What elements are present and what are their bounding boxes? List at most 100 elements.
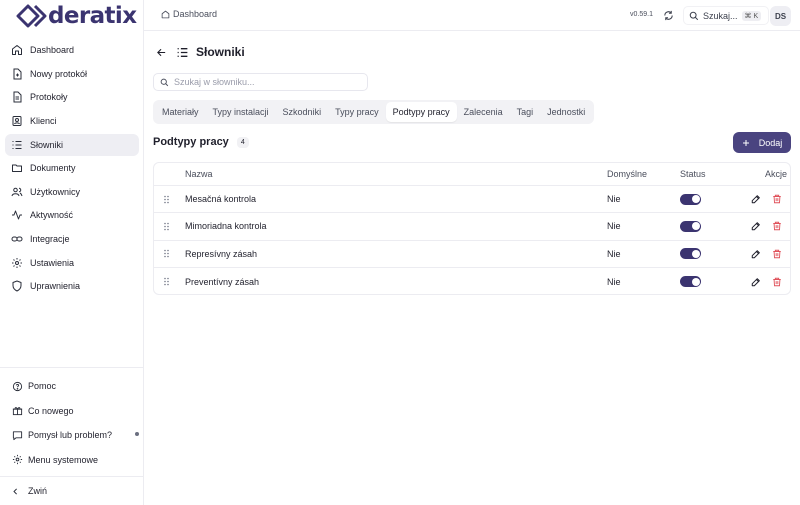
logo-text: deratix bbox=[48, 3, 137, 29]
status-toggle[interactable] bbox=[680, 193, 701, 205]
list-icon bbox=[176, 46, 189, 59]
topbar: Dashboard v0.59.1 Szukaj... ⌘ K DS bbox=[144, 0, 800, 31]
section-title: Podtypy pracy bbox=[153, 136, 229, 148]
sidebar-item-label: Protokoły bbox=[30, 92, 68, 103]
tab-podtypy-pracy[interactable]: Podtypy pracy bbox=[385, 102, 457, 122]
drag-handle-icon[interactable] bbox=[163, 213, 170, 239]
drag-handle-icon[interactable] bbox=[163, 268, 170, 294]
sidebar-item-protokoly[interactable]: Protokoły bbox=[5, 86, 139, 108]
global-search-button[interactable]: Szukaj... ⌘ K bbox=[683, 6, 769, 25]
sidebar-item-ustawienia[interactable]: Ustawienia bbox=[5, 252, 139, 274]
app-logo[interactable]: deratix bbox=[16, 3, 137, 29]
shield-icon bbox=[11, 280, 23, 292]
status-toggle-cell bbox=[680, 186, 701, 212]
sidebar-bottom: Pomoc Co nowego Pomysł lub problem? Menu… bbox=[0, 367, 143, 472]
table-row: Preventívny zásah Nie bbox=[154, 268, 790, 294]
sidebar-item-nowy-protokol[interactable]: Nowy protokół bbox=[5, 63, 139, 85]
column-header-actions: Akcje bbox=[765, 169, 788, 179]
add-button[interactable]: Dodaj bbox=[733, 132, 791, 153]
status-toggle[interactable] bbox=[680, 220, 701, 232]
file-text-icon bbox=[11, 91, 23, 103]
sidebar-item-label: Uprawnienia bbox=[30, 281, 81, 292]
help-circle-icon bbox=[11, 380, 23, 392]
sidebar-item-klienci[interactable]: Klienci bbox=[5, 110, 139, 132]
sidebar-item-menu-systemowe[interactable]: Menu systemowe bbox=[0, 448, 143, 473]
edit-pencil-icon[interactable] bbox=[751, 277, 761, 287]
edit-pencil-icon[interactable] bbox=[751, 249, 761, 259]
gear-icon bbox=[11, 257, 23, 269]
tab-typy-pracy[interactable]: Typy pracy bbox=[328, 102, 386, 122]
sidebar-item-uzytkownicy[interactable]: Użytkownicy bbox=[5, 181, 139, 203]
dictionary-search[interactable] bbox=[153, 73, 368, 91]
tab-zalecenia[interactable]: Zalecenia bbox=[457, 102, 510, 122]
drag-handle-icon[interactable] bbox=[163, 186, 170, 212]
sidebar-item-aktywnosc[interactable]: Aktywność bbox=[5, 204, 139, 226]
page-header: Słowniki bbox=[156, 45, 245, 59]
dictionary-search-input[interactable] bbox=[174, 77, 354, 87]
gear-icon bbox=[11, 454, 23, 466]
folder-icon bbox=[11, 162, 23, 174]
status-toggle[interactable] bbox=[680, 248, 701, 260]
collapse-sidebar-button[interactable]: Zwiń bbox=[0, 476, 143, 505]
tab-szkodniki[interactable]: Szkodniki bbox=[276, 102, 329, 122]
link-icon bbox=[11, 233, 23, 245]
sidebar-item-label: Aktywność bbox=[30, 210, 74, 221]
chevron-left-icon bbox=[11, 487, 20, 496]
users-icon bbox=[11, 186, 23, 198]
activity-icon bbox=[11, 209, 23, 221]
delete-trash-icon[interactable] bbox=[772, 249, 782, 259]
table-row: Mesačná kontrola Nie bbox=[154, 186, 790, 214]
back-arrow-icon[interactable] bbox=[156, 47, 167, 58]
refresh-icon[interactable] bbox=[663, 10, 674, 21]
avatar[interactable]: DS bbox=[770, 6, 791, 26]
sidebar-nav: Dashboard Nowy protokół Protokoły Klienc… bbox=[5, 39, 139, 299]
gift-icon bbox=[11, 405, 23, 417]
sidebar-item-uprawnienia[interactable]: Uprawnienia bbox=[5, 275, 139, 297]
status-toggle-cell bbox=[680, 241, 701, 267]
tab-materialy[interactable]: Materiały bbox=[155, 102, 206, 122]
count-badge: 4 bbox=[236, 136, 249, 148]
delete-trash-icon[interactable] bbox=[772, 221, 782, 231]
edit-pencil-icon[interactable] bbox=[751, 194, 761, 204]
drag-handle-icon[interactable] bbox=[163, 241, 170, 267]
column-header-name: Nazwa bbox=[185, 169, 213, 179]
sidebar-item-label: Ustawienia bbox=[30, 257, 75, 268]
row-default: Nie bbox=[607, 194, 621, 205]
search-icon bbox=[689, 11, 699, 21]
sidebar-item-pomysl[interactable]: Pomysł lub problem? bbox=[0, 423, 143, 448]
tab-jednostki[interactable]: Jednostki bbox=[540, 102, 592, 122]
breadcrumb[interactable]: Dashboard bbox=[161, 9, 217, 19]
breadcrumb-dashboard[interactable]: Dashboard bbox=[173, 9, 217, 19]
status-toggle-cell bbox=[680, 213, 701, 239]
sidebar-item-dokumenty[interactable]: Dokumenty bbox=[5, 157, 139, 179]
page-title: Słowniki bbox=[196, 45, 245, 59]
sidebar-item-label: Menu systemowe bbox=[28, 454, 99, 465]
sidebar-item-label: Integracje bbox=[30, 234, 70, 245]
row-name: Mesačná kontrola bbox=[185, 194, 257, 205]
home-icon bbox=[161, 10, 170, 19]
table-row: Represívny zásah Nie bbox=[154, 241, 790, 268]
delete-trash-icon[interactable] bbox=[772, 277, 782, 287]
edit-pencil-icon[interactable] bbox=[751, 221, 761, 231]
sidebar-item-pomoc[interactable]: Pomoc bbox=[0, 374, 143, 399]
row-actions bbox=[751, 186, 782, 212]
home-icon bbox=[11, 44, 23, 56]
delete-trash-icon[interactable] bbox=[772, 194, 782, 204]
search-label: Szukaj... bbox=[703, 10, 738, 21]
sidebar-item-dashboard[interactable]: Dashboard bbox=[5, 39, 139, 61]
row-actions bbox=[751, 268, 782, 294]
tab-typy-instalacji[interactable]: Typy instalacji bbox=[206, 102, 276, 122]
sidebar-item-integracje[interactable]: Integracje bbox=[5, 228, 139, 250]
row-name: Represívny zásah bbox=[185, 248, 258, 259]
table-header: Nazwa Domyślne Status Akcje bbox=[154, 163, 790, 186]
status-toggle[interactable] bbox=[680, 276, 701, 288]
subtypes-table: Nazwa Domyślne Status Akcje Mesačná kont… bbox=[153, 162, 791, 295]
sidebar-item-label: Klienci bbox=[30, 115, 57, 126]
tab-tagi[interactable]: Tagi bbox=[510, 102, 541, 122]
column-header-default: Domyślne bbox=[607, 169, 648, 179]
sidebar-item-co-nowego[interactable]: Co nowego bbox=[0, 399, 143, 436]
row-actions bbox=[751, 241, 782, 267]
sidebar-item-slowniki[interactable]: Słowniki bbox=[5, 133, 139, 156]
sidebar-item-label: Pomoc bbox=[28, 381, 57, 392]
status-toggle-cell bbox=[680, 268, 701, 294]
